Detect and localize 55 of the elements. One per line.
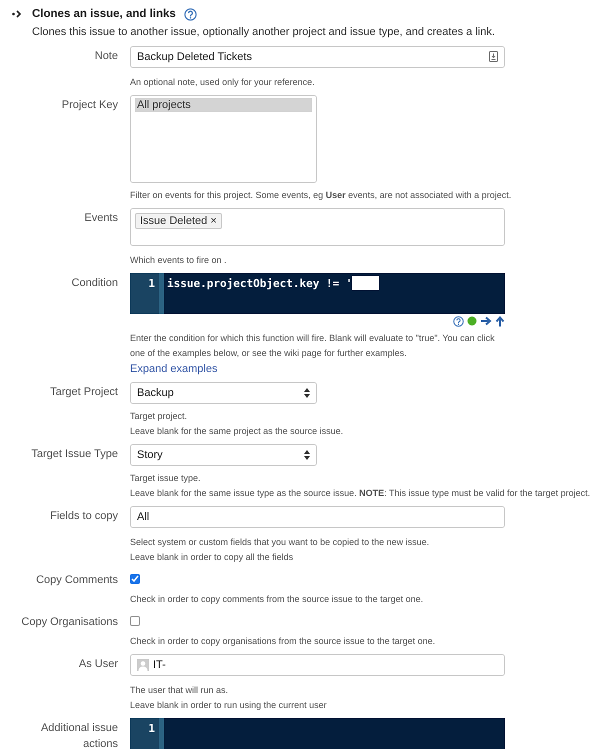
help-icon[interactable] bbox=[453, 316, 464, 327]
line-number: 1 bbox=[147, 721, 155, 738]
avatar-icon bbox=[137, 659, 149, 672]
field-label: Copy Comments bbox=[35, 573, 119, 588]
help-text: Leave blank for the same issue type as the source issue. NOTE: This issue type must be valid for the target project. bbox=[130, 487, 590, 500]
select-caret-icon[interactable] bbox=[304, 450, 310, 460]
field-label: Target Project bbox=[49, 385, 119, 400]
code-editor[interactable]: 1 bbox=[130, 718, 505, 749]
help-icon[interactable] bbox=[184, 8, 197, 21]
up-arrow-icon[interactable] bbox=[495, 316, 505, 327]
field-label: As User bbox=[78, 657, 119, 672]
field-label: Copy Organisations bbox=[20, 615, 119, 630]
list-option[interactable]: All projects bbox=[135, 98, 312, 112]
note-icon[interactable] bbox=[489, 51, 498, 62]
code-editor[interactable]: 1 issue.projectObject.key != ' bbox=[130, 272, 505, 314]
select-field[interactable]: Backup bbox=[130, 382, 317, 404]
help-text: Which events to fire on . bbox=[130, 254, 227, 267]
text-field[interactable]: Backup Deleted Tickets bbox=[130, 46, 505, 68]
help-text: Filter on events for this project. Some events, eg User events, are not associated with a project. bbox=[130, 188, 512, 202]
help-text: The user that will run as. bbox=[130, 684, 228, 698]
field-label: Events bbox=[83, 210, 119, 226]
section-description: Clones this issue to another issue, optionally another project and issue type, and creates a link. bbox=[32, 25, 496, 40]
field-label: Project Key bbox=[60, 98, 119, 113]
field-label: Additional issue actions bbox=[40, 721, 119, 749]
select-field[interactable]: Story bbox=[130, 444, 317, 466]
event-tag[interactable]: Issue Deleted × bbox=[135, 212, 222, 229]
status-dot-icon bbox=[467, 316, 477, 326]
help-text: Target project. bbox=[130, 410, 188, 424]
help-text: Select system or custom fields that you want to be copied to the new issue. bbox=[130, 536, 430, 550]
section-title: Clones an issue, and links bbox=[32, 7, 176, 22]
expand-examples-link[interactable]: Expand examples bbox=[130, 362, 218, 375]
expand-arrow-icon[interactable] bbox=[12, 10, 24, 18]
help-text: An optional note, used only for your reference. bbox=[130, 76, 315, 89]
checkbox[interactable] bbox=[130, 616, 140, 626]
help-text: Check in order to copy comments from the source issue to the target one. bbox=[130, 593, 424, 606]
help-text: Check in order to copy organisations from the source issue to the target one. bbox=[130, 635, 436, 648]
code-line: issue.projectObject.key != ' bbox=[167, 276, 352, 292]
line-number: 1 bbox=[147, 276, 155, 292]
field-label: Fields to copy bbox=[49, 509, 119, 524]
checkbox[interactable] bbox=[130, 574, 140, 584]
user-field[interactable]: IT- bbox=[130, 654, 505, 676]
help-text: Leave blank in order to run using the current user bbox=[130, 699, 327, 712]
help-text: Leave blank for the same project as the source issue. bbox=[130, 425, 344, 438]
help-text: Enter the condition for which this function will fire. Blank will evaluate to "true". You can click bbox=[130, 332, 495, 345]
text-field[interactable]: All bbox=[130, 506, 505, 528]
right-arrow-icon[interactable] bbox=[480, 316, 492, 326]
field-label: Note bbox=[94, 48, 119, 64]
help-text: Leave blank in order to copy all the fields bbox=[130, 551, 294, 564]
help-text: Target issue type. bbox=[130, 472, 201, 486]
help-text: one of the examples below, or see the wiki page for further examples. bbox=[130, 346, 407, 360]
select-caret-icon[interactable] bbox=[304, 388, 310, 398]
project-listbox[interactable]: All projects bbox=[130, 94, 317, 183]
field-label: Target Issue Type bbox=[30, 447, 119, 462]
field-label: Condition bbox=[70, 276, 119, 291]
events-field[interactable]: Issue Deleted × bbox=[130, 208, 505, 246]
